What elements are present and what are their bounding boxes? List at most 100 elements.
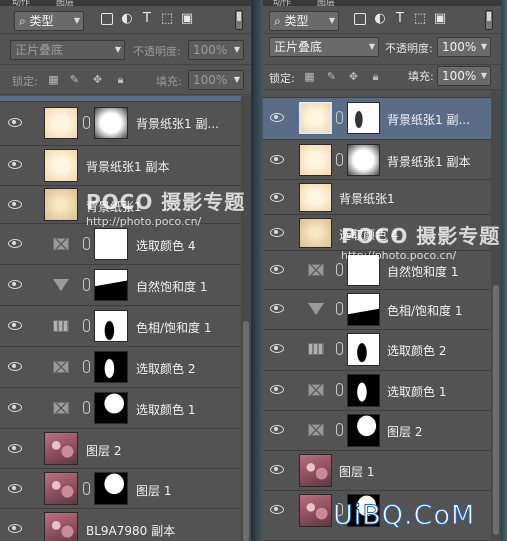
adjustment-filter-icon[interactable]: ◐ <box>120 12 134 26</box>
layer-mask-thumbnail[interactable] <box>94 351 128 383</box>
layer-row[interactable]: 自然饱和度 1 <box>263 251 491 290</box>
layer-mask-thumbnail[interactable] <box>94 310 128 342</box>
shape-filter-icon[interactable]: ⬚ <box>160 12 174 26</box>
visibility-eye-icon[interactable] <box>8 403 22 412</box>
layer-name[interactable]: 图层 1 <box>136 482 171 499</box>
layer-row[interactable]: 选取颜色 2 <box>0 347 241 388</box>
link-icon[interactable] <box>336 423 343 436</box>
layer-name[interactable]: 选取颜色 1 <box>387 383 446 400</box>
fill-field[interactable]: 100% ▼ <box>188 70 244 90</box>
visibility-eye-icon[interactable] <box>8 280 22 289</box>
visibility-eye-icon[interactable] <box>270 228 284 237</box>
layer-name[interactable]: 背景纸张1 副... <box>136 115 219 132</box>
link-icon[interactable] <box>83 360 90 373</box>
visibility-eye-icon[interactable] <box>270 113 284 122</box>
lock-transparent-icon[interactable]: ▦ <box>303 70 316 83</box>
smart-object-filter-icon[interactable]: ▣ <box>433 12 447 26</box>
layer-name[interactable]: 选取颜色 4 <box>136 237 195 254</box>
layer-mask-thumbnail[interactable] <box>347 293 380 326</box>
visibility-eye-icon[interactable] <box>270 155 284 164</box>
lock-pixels-icon[interactable]: ✎ <box>325 70 338 83</box>
lock-position-icon[interactable]: ✥ <box>91 73 104 86</box>
layer-row[interactable]: 选取颜色 4 <box>0 224 241 265</box>
type-filter-icon[interactable]: T <box>393 12 407 26</box>
blend-mode-select[interactable]: 正片叠底 ▼ <box>269 37 379 57</box>
layer-row[interactable]: 图层 2 <box>0 429 241 469</box>
layer-name[interactable]: 背景纸张1 副本 <box>86 158 169 175</box>
layer-name[interactable]: 图层 2 <box>387 423 422 440</box>
layer-mask-thumbnail[interactable] <box>94 392 128 424</box>
layer-mask-thumbnail[interactable] <box>94 269 128 301</box>
layer-row[interactable]: BL9A7980 副本 <box>0 509 241 541</box>
layer-name[interactable]: 选取颜色 1 <box>136 401 195 418</box>
type-filter-icon[interactable]: T <box>140 12 154 26</box>
layer-mask-thumbnail[interactable] <box>347 374 380 407</box>
layer-mask-thumbnail[interactable] <box>347 102 380 134</box>
visibility-eye-icon[interactable] <box>8 362 22 371</box>
layer-row[interactable]: 背景纸张1 <box>0 186 241 224</box>
visibility-eye-icon[interactable] <box>8 239 22 248</box>
layer-name[interactable]: 背景纸张1 <box>86 198 142 215</box>
layer-row[interactable]: 背景纸张1 副本 <box>0 146 241 186</box>
link-icon[interactable] <box>83 278 90 291</box>
blend-mode-select[interactable]: 正片叠底 ▼ <box>10 40 125 60</box>
visibility-eye-icon[interactable] <box>270 344 284 353</box>
visibility-eye-icon[interactable] <box>8 524 22 533</box>
visibility-eye-icon[interactable] <box>8 484 22 493</box>
layer-mask-thumbnail[interactable] <box>347 414 380 447</box>
lock-pixels-icon[interactable]: ✎ <box>68 73 81 86</box>
filter-kind-select[interactable]: ⌕ 类型 ▼ <box>14 11 84 31</box>
visibility-eye-icon[interactable] <box>8 118 22 127</box>
layer-name[interactable]: 色相/饱和度 1 <box>136 319 212 336</box>
layer-row-partial[interactable] <box>263 90 491 98</box>
pixel-filter-icon[interactable] <box>100 12 114 26</box>
layer-row[interactable]: 色相/饱和度 1 <box>0 306 241 347</box>
link-icon[interactable] <box>336 111 343 124</box>
layer-name[interactable]: 色相/饱和度 1 <box>387 302 463 319</box>
layer-row[interactable]: 自然饱和度 1 <box>0 265 241 306</box>
layer-name[interactable]: BL9A7980 副本 <box>86 522 175 539</box>
layer-row[interactable]: 背景纸张1 副... <box>0 102 241 146</box>
layer-mask-thumbnail[interactable] <box>347 333 380 366</box>
layer-mask-thumbnail[interactable] <box>94 228 128 260</box>
lock-position-icon[interactable]: ✥ <box>347 70 360 83</box>
layer-name[interactable]: 选取颜色 2 <box>136 360 195 377</box>
layer-name[interactable]: 图层 1 <box>339 463 374 480</box>
scrollbar-thumb[interactable] <box>243 321 249 541</box>
lock-all-icon[interactable]: 🔒︎ <box>114 73 127 86</box>
layer-row[interactable]: 选取颜色 4 <box>263 215 491 251</box>
fill-field[interactable]: 100% ▼ <box>437 66 491 86</box>
link-icon[interactable] <box>336 383 343 396</box>
layer-name[interactable]: 选取颜色 2 <box>387 342 446 359</box>
link-icon[interactable] <box>336 302 343 315</box>
layer-name[interactable]: 背景纸张1 <box>339 190 395 207</box>
layer-row[interactable]: 图层 2 <box>263 411 491 451</box>
layer-mask-thumbnail[interactable] <box>347 254 380 286</box>
layer-name[interactable]: 图层 2 <box>86 442 121 459</box>
layer-scrollbar[interactable] <box>241 96 251 541</box>
visibility-eye-icon[interactable] <box>270 193 284 202</box>
filter-toggle[interactable] <box>235 10 243 30</box>
shape-filter-icon[interactable]: ⬚ <box>413 12 427 26</box>
layer-row-selected[interactable]: 背景纸张1 副... <box>263 98 491 140</box>
layer-mask-thumbnail[interactable] <box>94 472 128 505</box>
visibility-eye-icon[interactable] <box>270 505 284 514</box>
link-icon[interactable] <box>83 482 90 495</box>
visibility-eye-icon[interactable] <box>8 444 22 453</box>
opacity-field[interactable]: 100% ▼ <box>188 40 244 60</box>
filter-toggle[interactable] <box>485 10 493 30</box>
visibility-eye-icon[interactable] <box>270 265 284 274</box>
layer-mask-thumbnail[interactable] <box>94 107 128 139</box>
visibility-eye-icon[interactable] <box>8 200 22 209</box>
visibility-eye-icon[interactable] <box>8 321 22 330</box>
layer-row[interactable]: 选取颜色 1 <box>263 371 491 411</box>
link-icon[interactable] <box>336 263 343 276</box>
link-icon[interactable] <box>336 153 343 166</box>
layer-row[interactable]: 背景纸张1 副本 <box>263 140 491 180</box>
lock-transparent-icon[interactable]: ▦ <box>47 73 60 86</box>
link-icon[interactable] <box>336 342 343 355</box>
lock-all-icon[interactable]: 🔒︎ <box>369 70 382 83</box>
layer-name[interactable]: 选取颜色 4 <box>339 226 398 243</box>
layer-row[interactable]: 选取颜色 2 <box>263 330 491 371</box>
link-icon[interactable] <box>83 116 90 129</box>
